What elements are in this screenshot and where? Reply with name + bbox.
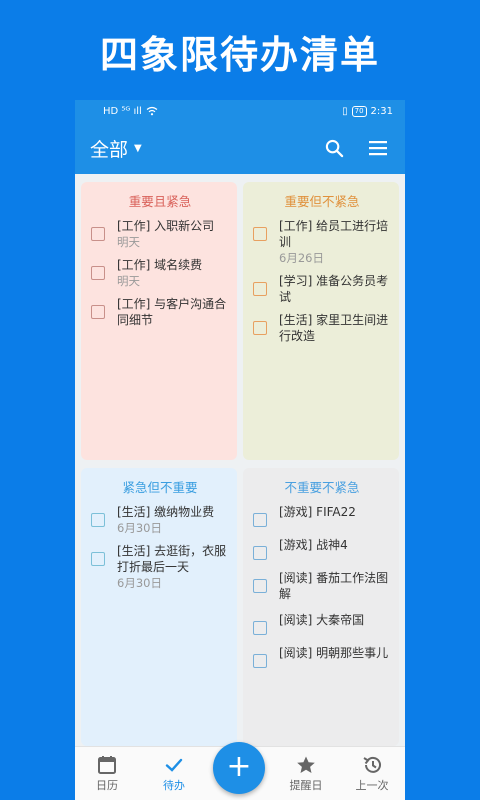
task-item[interactable]: [阅读] 大秦帝国 bbox=[253, 612, 391, 635]
nav-calendar-label: 日历 bbox=[96, 779, 118, 792]
task-date: 6月26日 bbox=[279, 251, 324, 265]
nav-history-label: 上一次 bbox=[355, 779, 389, 792]
status-bar: HD ⁵ᴳ ıll ▯ 70 2:31 bbox=[75, 100, 405, 122]
task-checkbox[interactable] bbox=[253, 282, 267, 296]
quadrant-title: 重要且紧急 bbox=[128, 194, 192, 209]
task-text: [工作] 域名续费 bbox=[117, 258, 203, 272]
task-checkbox[interactable] bbox=[253, 654, 267, 668]
task-item[interactable]: [学习] 准备公务员考试 bbox=[253, 273, 391, 305]
caret-down-icon: ▼ bbox=[134, 142, 142, 154]
signal-indicator: HD ⁵ᴳ ıll bbox=[103, 105, 142, 117]
quadrant-grid: 重要且紧急 [工作] 入职新公司 明天 [工作] 域名续费 明天 [工作] 与客… bbox=[75, 174, 405, 746]
task-item[interactable]: [阅读] 番茄工作法图解 bbox=[253, 570, 391, 602]
task-text: [阅读] 明朝那些事儿 bbox=[279, 646, 389, 660]
task-item[interactable]: [生活] 去逛街，衣服打折最后一天 6月30日 bbox=[91, 543, 229, 591]
task-text: [游戏] 战神4 bbox=[279, 538, 348, 552]
nav-reminder[interactable]: 提醒日 bbox=[281, 753, 331, 793]
phone-screen: HD ⁵ᴳ ıll ▯ 70 2:31 全部 ▼ 重要且紧急 [工作] 入职新公… bbox=[75, 100, 405, 800]
task-text: [阅读] 番茄工作法图解 bbox=[279, 571, 389, 601]
filter-dropdown[interactable]: 全部 ▼ bbox=[90, 135, 142, 162]
filter-label: 全部 bbox=[90, 138, 129, 161]
task-item[interactable]: [工作] 给员工进行培训 6月26日 bbox=[253, 218, 391, 266]
search-icon bbox=[325, 139, 343, 157]
task-text: [生活] 家里卫生间进行改造 bbox=[279, 313, 389, 343]
task-item[interactable]: [生活] 缴纳物业费 6月30日 bbox=[91, 504, 229, 536]
menu-icon bbox=[369, 141, 387, 156]
clock: 2:31 bbox=[370, 105, 393, 117]
task-checkbox[interactable] bbox=[91, 552, 105, 566]
nav-history[interactable]: 上一次 bbox=[347, 753, 397, 793]
task-date: 6月30日 bbox=[117, 576, 162, 590]
task-checkbox[interactable] bbox=[253, 321, 267, 335]
task-text: [游戏] FIFA22 bbox=[279, 505, 356, 519]
promo-title: 四象限待办清单 bbox=[99, 33, 380, 77]
nav-reminder-label: 提醒日 bbox=[289, 779, 323, 792]
star-icon bbox=[297, 756, 315, 773]
quadrant-title: 紧急但不重要 bbox=[122, 480, 198, 495]
task-date: 明天 bbox=[117, 274, 140, 288]
task-item[interactable]: [游戏] FIFA22 bbox=[253, 504, 391, 527]
wifi-icon bbox=[146, 106, 158, 116]
app-bar: 全部 ▼ bbox=[75, 122, 405, 174]
task-checkbox[interactable] bbox=[253, 546, 267, 560]
task-item[interactable]: [工作] 与客户沟通合同细节 bbox=[91, 296, 229, 328]
task-text: [生活] 去逛街，衣服打折最后一天 bbox=[117, 544, 227, 574]
task-item[interactable]: [阅读] 明朝那些事儿 bbox=[253, 645, 391, 668]
task-item[interactable]: [游戏] 战神4 bbox=[253, 537, 391, 560]
task-checkbox[interactable] bbox=[253, 579, 267, 593]
add-task-button[interactable]: + bbox=[213, 742, 265, 794]
task-item[interactable]: [生活] 家里卫生间进行改造 bbox=[253, 312, 391, 344]
quadrant-title: 不重要不紧急 bbox=[284, 480, 360, 495]
task-checkbox[interactable] bbox=[91, 513, 105, 527]
task-text: [学习] 准备公务员考试 bbox=[279, 274, 389, 304]
task-text: [生活] 缴纳物业费 bbox=[117, 505, 215, 519]
quadrant-important-urgent[interactable]: 重要且紧急 [工作] 入职新公司 明天 [工作] 域名续费 明天 [工作] 与客… bbox=[81, 182, 237, 460]
quadrant-important-not-urgent[interactable]: 重要但不紧急 [工作] 给员工进行培训 6月26日 [学习] 准备公务员考试 [… bbox=[243, 182, 399, 460]
task-checkbox[interactable] bbox=[91, 305, 105, 319]
task-item[interactable]: [工作] 域名续费 明天 bbox=[91, 257, 229, 289]
quadrant-not-important-not-urgent[interactable]: 不重要不紧急 [游戏] FIFA22 [游戏] 战神4 [阅读] 番茄工作法图解 bbox=[243, 468, 399, 746]
quadrant-title: 重要但不紧急 bbox=[284, 194, 360, 209]
battery-indicator: 70 bbox=[351, 105, 367, 117]
task-text: [工作] 与客户沟通合同细节 bbox=[117, 297, 227, 327]
vibrate-icon: ▯ bbox=[342, 105, 348, 117]
search-button[interactable] bbox=[319, 133, 349, 163]
history-icon bbox=[363, 756, 381, 773]
nav-todo-label: 待办 bbox=[163, 779, 185, 792]
task-checkbox[interactable] bbox=[91, 266, 105, 280]
task-date: 明天 bbox=[117, 235, 140, 249]
menu-button[interactable] bbox=[363, 133, 393, 163]
nav-todo[interactable]: 待办 bbox=[149, 753, 199, 793]
task-text: [工作] 给员工进行培训 bbox=[279, 219, 389, 249]
task-checkbox[interactable] bbox=[253, 513, 267, 527]
task-checkbox[interactable] bbox=[253, 227, 267, 241]
task-checkbox[interactable] bbox=[253, 621, 267, 635]
task-item[interactable]: [工作] 入职新公司 明天 bbox=[91, 218, 229, 250]
quadrant-urgent-not-important[interactable]: 紧急但不重要 [生活] 缴纳物业费 6月30日 [生活] 去逛街，衣服打折最后一… bbox=[81, 468, 237, 746]
nav-calendar[interactable]: 日历 bbox=[82, 753, 132, 793]
task-text: [阅读] 大秦帝国 bbox=[279, 613, 365, 627]
task-date: 6月30日 bbox=[117, 521, 162, 535]
check-icon bbox=[165, 758, 183, 772]
task-text: [工作] 入职新公司 bbox=[117, 219, 215, 233]
calendar-icon bbox=[98, 756, 116, 774]
task-checkbox[interactable] bbox=[91, 227, 105, 241]
